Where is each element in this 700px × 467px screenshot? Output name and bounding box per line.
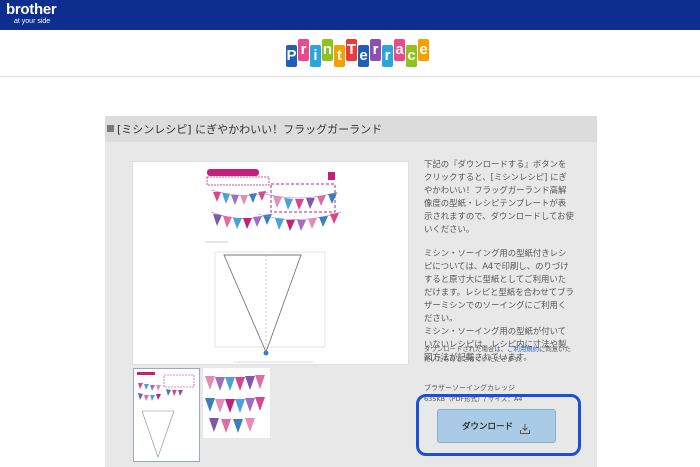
- logo-letter: r: [370, 39, 381, 61]
- logo-letter: T: [346, 39, 357, 61]
- site-header: PrintTerrace: [0, 30, 700, 77]
- garland-pattern-illustration: [205, 169, 342, 363]
- description: 下記の『ダウンロードする』ボタンをクリックすると、[ミシンレシピ] にぎやかわい…: [424, 158, 574, 375]
- description-paragraph-2: ミシン・ソーイング用の型紙付きレシピについては、A4で印刷し、のりづけすると原寸…: [424, 248, 574, 323]
- logo-letter: e: [418, 39, 429, 61]
- logo-letter: t: [334, 45, 345, 67]
- author-label: ブラザーソーイングカレッジ: [424, 384, 515, 392]
- print-terrace-logo[interactable]: PrintTerrace: [286, 39, 430, 69]
- logo-letter: c: [406, 45, 417, 67]
- logo-letter: r: [298, 39, 309, 61]
- thumbnail-pattern-2: [205, 375, 265, 433]
- logo-letter: P: [286, 45, 297, 67]
- download-icon: [519, 420, 531, 434]
- terms-note: ダウンロードされた場合は、ご利用規約に同意いただいたものとさせていただきます。: [424, 344, 574, 364]
- logo-letter: i: [310, 45, 321, 67]
- logo-letter: a: [394, 39, 405, 61]
- title-marker-icon: [107, 125, 114, 132]
- logo-letter: n: [322, 39, 333, 61]
- download-button[interactable]: ダウンロード: [437, 409, 556, 443]
- thumbnail-pattern-1: [137, 372, 195, 458]
- description-paragraph-1: 下記の『ダウンロードする』ボタンをクリックすると、[ミシンレシピ] にぎやかわい…: [424, 159, 574, 234]
- recipe-preview-image: [132, 161, 409, 365]
- brand-topbar: brother at your side: [0, 0, 700, 30]
- terms-note-prefix: ダウンロードされた場合は、: [424, 345, 508, 353]
- brother-logo[interactable]: brother at your side: [6, 1, 57, 26]
- thumbnail-page-2[interactable]: [203, 368, 270, 438]
- logo-letter: e: [358, 45, 369, 67]
- terms-link[interactable]: ご利用規約: [507, 345, 539, 353]
- thumbnail-page-1[interactable]: [133, 368, 200, 462]
- page-title: [ミシンレシピ] にぎやかわいい！フラッグガーランド: [117, 123, 383, 136]
- logo-letter: r: [382, 45, 393, 67]
- download-button-label: ダウンロード: [461, 422, 513, 432]
- brother-wordmark: brother: [6, 1, 57, 18]
- brother-tagline: at your side: [14, 18, 51, 25]
